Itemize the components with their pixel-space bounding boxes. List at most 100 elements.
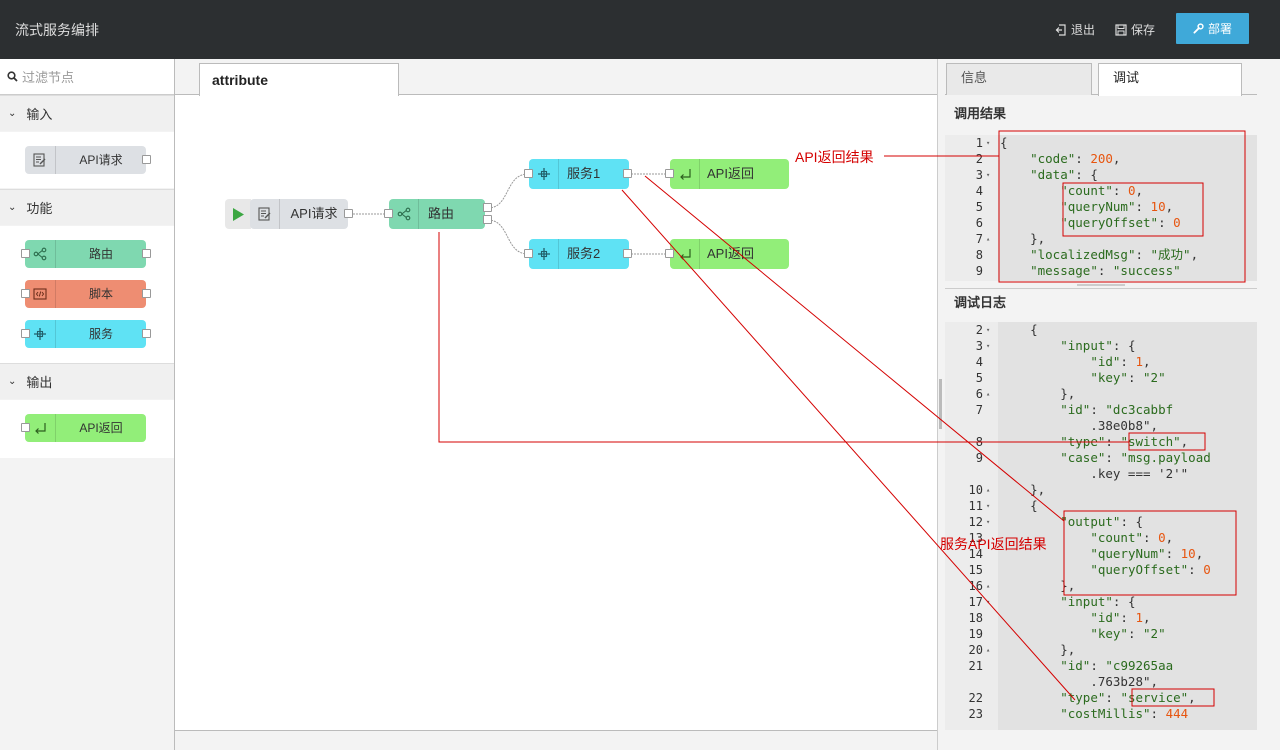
- line-number: 22: [968, 691, 983, 705]
- code-line: 5 "key": "2": [945, 370, 1257, 386]
- node-service-2[interactable]: 服务2: [524, 239, 632, 269]
- fold-up-icon[interactable]: ▴: [986, 231, 990, 247]
- fold-up-icon[interactable]: ▴: [986, 482, 990, 498]
- code-text: "output": {: [1060, 514, 1144, 529]
- fold-up-icon[interactable]: ▴: [986, 642, 990, 658]
- output-port-1[interactable]: [483, 203, 492, 212]
- fold-down-icon[interactable]: ▾: [986, 514, 990, 530]
- line-number: 16: [968, 579, 983, 593]
- palette-node-label: 路由: [88, 247, 113, 261]
- code-line: 9 "message": "success": [945, 263, 1257, 279]
- line-number: 3: [975, 168, 983, 182]
- code-line: 16 ▴ },: [945, 578, 1257, 594]
- line-number: 18: [968, 611, 983, 625]
- code-text: "queryOffset": 0: [1060, 215, 1181, 230]
- code-line: .key === '2'": [945, 466, 1257, 482]
- code-text: "count": 0,: [1060, 183, 1144, 198]
- palette-node-label: 脚本: [88, 287, 113, 301]
- code-text: "id": 1,: [1090, 354, 1151, 369]
- palette-node-service[interactable]: 服务: [21, 320, 151, 348]
- code-text: "localizedMsg": "成功",: [1030, 247, 1199, 262]
- tab-info[interactable]: 信息: [946, 63, 1092, 95]
- filter-nodes-input[interactable]: 过滤节点: [0, 59, 174, 95]
- code-line: .763b28",: [945, 674, 1257, 690]
- floppy-disk-icon: [1115, 23, 1127, 36]
- code-line: 20 ▴ },: [945, 642, 1257, 658]
- app-header: 流式服务编排 退出 保存 部署: [0, 0, 1280, 59]
- fold-down-icon[interactable]: ▾: [986, 498, 990, 514]
- node-label: API返回: [707, 246, 754, 261]
- code-text: "input": {: [1060, 594, 1136, 609]
- palette-node-api-request[interactable]: API请求: [25, 146, 151, 174]
- output-port[interactable]: [142, 155, 151, 164]
- code-text: .key === '2'": [1000, 466, 1189, 481]
- save-label: 保存: [1131, 23, 1156, 37]
- annotation-api-result: API返回结果: [795, 147, 874, 167]
- sidebar-splitter[interactable]: [937, 59, 945, 750]
- palette-node-script[interactable]: 脚本: [21, 280, 151, 308]
- code-text: "costMillis": 444: [1060, 706, 1189, 721]
- node-service-1[interactable]: 服务1: [524, 159, 632, 189]
- code-text: "queryOffset": 0: [1090, 562, 1211, 577]
- line-number: 23: [968, 707, 983, 721]
- output-port[interactable]: [142, 289, 151, 298]
- code-text: },: [1000, 642, 1076, 657]
- code-text: },: [1000, 386, 1076, 401]
- code-line: 15 "queryOffset": 0: [945, 562, 1257, 578]
- node-router[interactable]: 路由: [384, 199, 492, 229]
- output-port[interactable]: [623, 169, 632, 178]
- code-text: "message": "success": [1030, 263, 1181, 278]
- flow-canvas[interactable]: API请求 路由 服务1 服务2 API返回 API返回: [175, 95, 937, 730]
- code-text: "input": {: [1060, 338, 1136, 353]
- code-text: "id": 1,: [1090, 610, 1151, 625]
- code-text: "type": "switch",: [1060, 434, 1189, 449]
- fold-down-icon[interactable]: ▾: [986, 135, 990, 151]
- log-code-editor[interactable]: 2 ▾ {3 ▾ "input": {4 "id": 1, 5 "key": "2" 6…: [945, 322, 1257, 730]
- deploy-label: 部署: [1207, 22, 1232, 36]
- palette-node-label: API请求: [79, 153, 123, 167]
- palette-node-router[interactable]: 路由: [21, 240, 151, 268]
- fold-up-icon[interactable]: ▴: [986, 386, 990, 402]
- api-request-icon: [250, 199, 280, 229]
- category-output-header[interactable]: ⌄ 输出: [0, 363, 174, 399]
- output-port[interactable]: [623, 249, 632, 258]
- node-api-request[interactable]: API请求: [250, 199, 353, 229]
- code-line: 8 "type": "switch",: [945, 434, 1257, 450]
- fold-down-icon[interactable]: ▾: [986, 338, 990, 354]
- fold-up-icon[interactable]: ▴: [986, 578, 990, 594]
- node-api-return-2[interactable]: API返回: [665, 239, 789, 269]
- output-port[interactable]: [142, 249, 151, 258]
- output-port[interactable]: [344, 209, 353, 218]
- deploy-button[interactable]: 部署: [1176, 13, 1249, 44]
- line-number: 6: [975, 387, 983, 401]
- output-port[interactable]: [142, 329, 151, 338]
- line-number: 17: [968, 595, 983, 609]
- line-number: 12: [968, 515, 983, 529]
- save-button[interactable]: 保存: [1115, 21, 1155, 38]
- line-number: 11: [968, 499, 983, 513]
- code-icon: [25, 280, 56, 308]
- app-title: 流式服务编排: [15, 22, 99, 38]
- node-api-return-1[interactable]: API返回: [665, 159, 789, 189]
- tab-debug[interactable]: 调试: [1098, 63, 1242, 96]
- category-input-header[interactable]: ⌄ 输入: [0, 95, 174, 131]
- node-palette: 过滤节点 ⌄ 输入 API请求 ⌄ 功能 路由 脚本 服务 ⌄ 输出 API返回: [0, 59, 175, 750]
- code-line: 3 ▾ "data": {: [945, 167, 1257, 183]
- fold-down-icon[interactable]: ▾: [986, 322, 990, 338]
- fold-down-icon[interactable]: ▾: [986, 167, 990, 183]
- output-port-2[interactable]: [483, 215, 492, 224]
- category-function-header[interactable]: ⌄ 功能: [0, 189, 174, 225]
- play-button[interactable]: [225, 199, 251, 229]
- tab-attribute[interactable]: attribute: [199, 63, 399, 96]
- line-number: 3: [975, 339, 983, 353]
- code-line: 5 "queryNum": 10,: [945, 199, 1257, 215]
- sidebar-tabs: 信息 调试: [945, 59, 1257, 96]
- code-line: 4 "count": 0,: [945, 183, 1257, 199]
- result-code-editor[interactable]: 1 ▾{2 "code": 200, 3 ▾ "data": {4 "count": …: [945, 135, 1257, 281]
- exit-button[interactable]: 退出: [1055, 21, 1095, 38]
- palette-node-api-return[interactable]: API返回: [21, 414, 146, 442]
- fold-down-icon[interactable]: ▾: [986, 594, 990, 610]
- router-icon: [25, 240, 56, 268]
- code-line: 9 "case": "msg.payload: [945, 450, 1257, 466]
- splitter-handle[interactable]: [939, 379, 942, 429]
